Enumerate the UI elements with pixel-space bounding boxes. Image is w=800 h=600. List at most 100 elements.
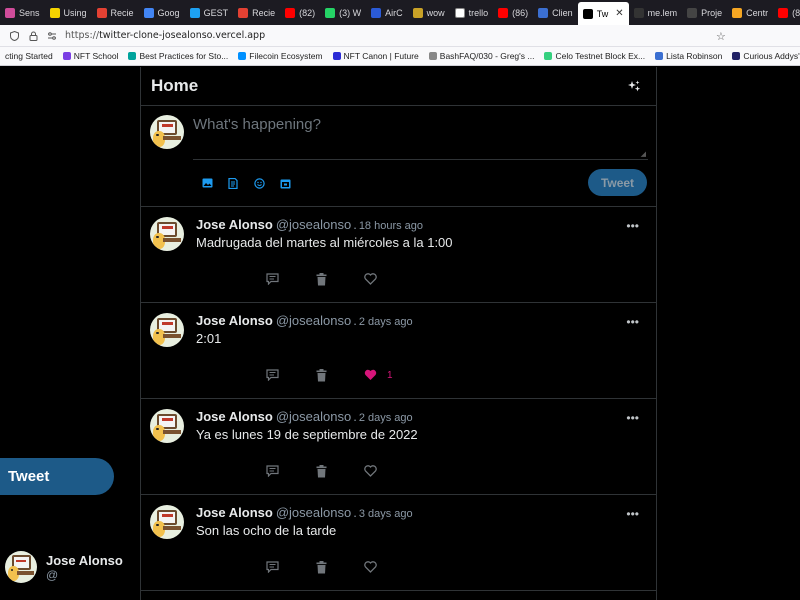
heart-icon[interactable]: [362, 463, 378, 479]
tweet-item[interactable]: Jose Alonso @josealonso. 2 days ago 2:01 •••…: [141, 303, 656, 399]
favicon-icon: [49, 7, 60, 18]
meta-separator: .: [353, 409, 357, 424]
tweet-author-name[interactable]: Jose Alonso: [196, 217, 273, 232]
avatar[interactable]: [150, 217, 184, 251]
bookmark-label: cting Started: [5, 51, 53, 61]
browser-url-bar[interactable]: https://twitter-clone-josealonso.vercel.…: [0, 25, 800, 47]
browser-tab[interactable]: (86): [773, 0, 800, 25]
browser-tab[interactable]: (3) W: [320, 0, 366, 25]
browser-tab[interactable]: GEST: [185, 0, 234, 25]
tweet-actions: [264, 559, 378, 575]
compose-textarea[interactable]: What's happening?: [193, 114, 648, 160]
tweet-meta: Jose Alonso @josealonso. 3 days ago: [196, 505, 413, 520]
close-icon[interactable]: ✕: [615, 8, 623, 19]
browser-tab[interactable]: trello: [450, 0, 494, 25]
browser-tab[interactable]: Recie: [233, 0, 280, 25]
favicon-icon: [538, 7, 549, 18]
tweet-item[interactable]: Jose Alonso @josealonso. 3 days ago Son las…: [141, 495, 656, 591]
more-options-icon[interactable]: •••: [626, 507, 639, 521]
more-options-icon[interactable]: •••: [626, 315, 639, 329]
bookmark-item[interactable]: Filecoin Ecosystem: [233, 51, 327, 61]
tweet-author-name[interactable]: Jose Alonso: [196, 313, 273, 328]
avatar[interactable]: [150, 313, 184, 347]
tweet-author-name[interactable]: Jose Alonso: [196, 409, 273, 424]
browser-tab[interactable]: (82): [280, 0, 320, 25]
bookmark-label: NFT School: [73, 51, 119, 61]
delete-icon[interactable]: [313, 559, 329, 575]
browser-tab[interactable]: Centr: [727, 0, 773, 25]
bookmark-star-icon[interactable]: ☆: [716, 30, 726, 43]
bookmark-item[interactable]: Curious Addys' Tradin...: [727, 51, 800, 61]
reply-icon[interactable]: [264, 463, 280, 479]
favicon-icon: [96, 7, 107, 18]
favicon-icon: [778, 7, 789, 18]
tweet-author-handle[interactable]: @josealonso: [276, 409, 351, 424]
favicon-icon: [143, 7, 154, 18]
browser-tab[interactable]: Proje: [682, 0, 727, 25]
tweet-author-name[interactable]: Jose Alonso: [196, 505, 273, 520]
browser-tab[interactable]: wow: [408, 0, 450, 25]
tweet-author-handle[interactable]: @josealonso: [276, 505, 351, 520]
browser-tab-label: Centr: [746, 7, 769, 18]
compose-tweet-button[interactable]: Tweet: [588, 169, 647, 196]
shield-icon[interactable]: [9, 30, 19, 41]
reply-icon[interactable]: [264, 367, 280, 383]
favicon-icon: [189, 7, 200, 18]
browser-tab-label: AirC: [385, 7, 403, 18]
bookmark-item[interactable]: NFT Canon | Future: [328, 51, 424, 61]
delete-icon[interactable]: [313, 271, 329, 287]
browser-tab[interactable]: Clien: [533, 0, 578, 25]
browser-tab[interactable]: (86): [493, 0, 533, 25]
browser-tab[interactable]: Tw ✕: [577, 2, 629, 25]
favicon-icon: [371, 7, 382, 18]
sparkle-icon[interactable]: [626, 78, 642, 94]
browser-tab[interactable]: Sens: [0, 0, 45, 25]
bookmark-item[interactable]: NFT School: [58, 51, 124, 61]
browser-tab[interactable]: Goog: [139, 0, 185, 25]
bookmark-item[interactable]: Lista Robinson: [650, 51, 727, 61]
url-text[interactable]: https://twitter-clone-josealonso.vercel.…: [65, 30, 265, 41]
heart-filled-icon[interactable]: [362, 367, 378, 383]
delete-icon[interactable]: [313, 463, 329, 479]
browser-tab-label: Recie: [110, 7, 134, 18]
tweet-item[interactable]: Jose Alonso @josealonso. 18 hours ago Madru…: [141, 207, 656, 303]
browser-tab[interactable]: Using: [45, 0, 92, 25]
reply-icon[interactable]: [264, 559, 280, 575]
bookmark-label: NFT Canon | Future: [343, 51, 419, 61]
favicon-icon: [582, 8, 593, 19]
gif-icon[interactable]: [226, 176, 240, 190]
bookmark-item[interactable]: Best Practices for Sto...: [123, 51, 233, 61]
tweet-author-handle[interactable]: @josealonso: [276, 217, 351, 232]
permissions-icon[interactable]: [47, 31, 57, 41]
heart-icon[interactable]: [362, 271, 378, 287]
favicon-icon: [238, 7, 249, 18]
avatar[interactable]: [150, 505, 184, 539]
more-options-icon[interactable]: •••: [626, 219, 639, 233]
favicon-icon: [732, 7, 743, 18]
favicon-icon: [5, 7, 15, 18]
emoji-icon[interactable]: [252, 176, 266, 190]
heart-icon[interactable]: [362, 559, 378, 575]
browser-tab[interactable]: Recie: [92, 0, 139, 25]
reply-icon[interactable]: [264, 271, 280, 287]
tweet-author-handle[interactable]: @josealonso: [276, 313, 351, 328]
browser-tab[interactable]: AirC: [366, 0, 408, 25]
tweet-item[interactable]: Jose Alonso @josealonso. 2 days ago Ya es l…: [141, 399, 656, 495]
favicon-icon: [238, 52, 247, 60]
favicon-icon: [732, 52, 741, 60]
avatar[interactable]: [150, 409, 184, 443]
profile-card[interactable]: Jose Alonso @: [5, 551, 123, 583]
delete-icon[interactable]: [313, 367, 329, 383]
bookmark-item[interactable]: cting Started: [0, 51, 58, 61]
like-count: 1: [387, 369, 393, 381]
browser-tab[interactable]: me.lem: [629, 0, 683, 25]
bookmark-item[interactable]: BashFAQ/030 - Greg's ...: [424, 51, 540, 61]
resize-handle-icon[interactable]: ◢: [641, 150, 646, 158]
image-icon[interactable]: [200, 176, 214, 190]
lock-icon[interactable]: [28, 31, 38, 41]
calendar-icon[interactable]: [278, 176, 292, 190]
more-options-icon[interactable]: •••: [626, 411, 639, 425]
bookmark-item[interactable]: Celo Testnet Block Ex...: [539, 51, 650, 61]
sidebar-tweet-button[interactable]: Tweet: [0, 458, 114, 495]
feed-column: Home What's happening? ◢ Tweet Jose Alon…: [140, 67, 657, 600]
